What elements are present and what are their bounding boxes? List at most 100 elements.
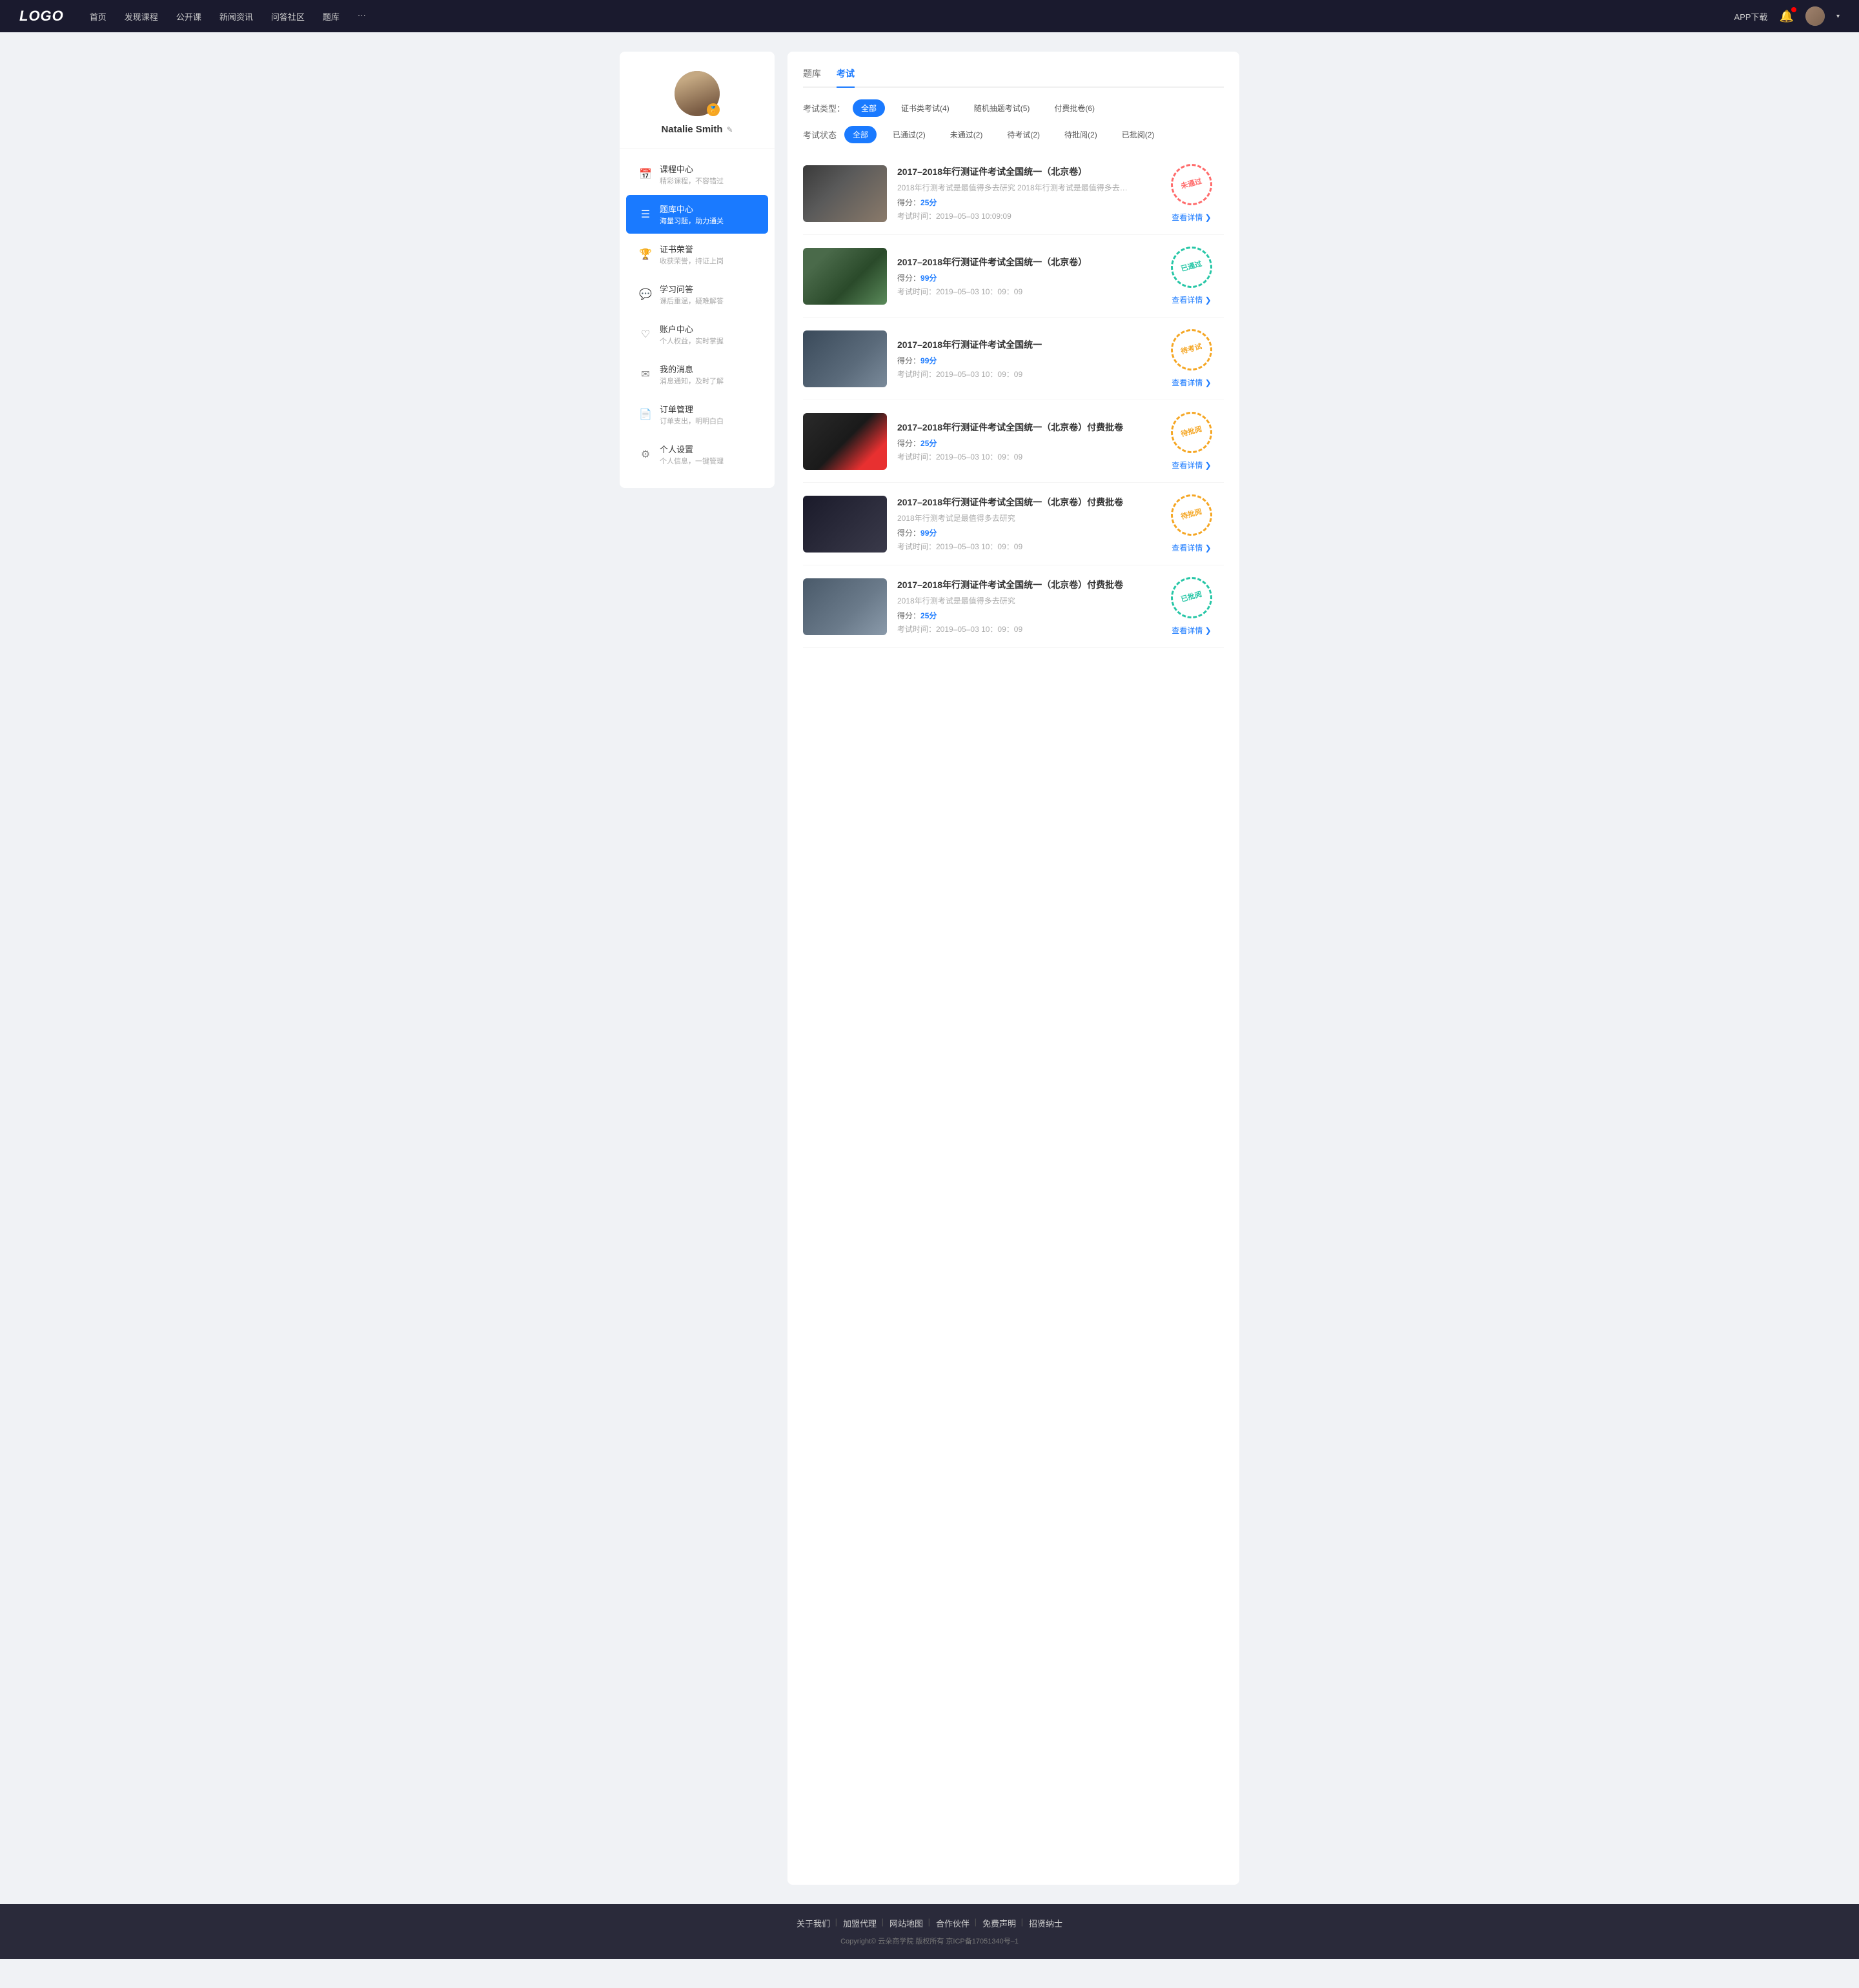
type-filter-label: 考试类型： — [803, 102, 845, 114]
exam-time-6: 考试时间：2019–05–03 10：09：09 — [897, 624, 1149, 634]
exam-stamp-5: 待批阅 — [1166, 490, 1217, 540]
order-text: 订单管理 订单支出，明明白白 — [660, 403, 755, 426]
exam-detail-link-2[interactable]: 查看详情 ❯ — [1172, 294, 1211, 305]
exam-text: 题库中心 海量习题，助力通关 — [660, 203, 755, 226]
footer-link-网站地图[interactable]: 网站地图 — [889, 1917, 923, 1929]
chevron-down-icon[interactable]: ▾ — [1836, 13, 1840, 20]
profile-name-row: Natalie Smith ✎ — [661, 124, 733, 135]
table-row: 2017–2018年行测证件考试全国统一 得分：99分 考试时间：2019–05… — [803, 318, 1224, 400]
exam-info-4: 2017–2018年行测证件考试全国统一（北京卷）付费批卷 得分：25分 考试时… — [897, 421, 1149, 462]
nav-item-首页[interactable]: 首页 — [90, 10, 107, 23]
nav-item-题库[interactable]: 题库 — [323, 10, 340, 23]
sidebar-menu: 📅 课程中心 精彩课程，不容错过 ☰ 题库中心 海量习题，助力通关 🏆 证书荣誉… — [620, 155, 775, 474]
profile-edit-icon[interactable]: ✎ — [726, 125, 733, 134]
status-filter-待批阅(2)[interactable]: 待批阅(2) — [1056, 126, 1106, 143]
type-filter-付费批卷(6)[interactable]: 付费批卷(6) — [1046, 99, 1103, 117]
notification-bell[interactable]: 🔔 — [1780, 10, 1794, 23]
footer-links: 关于我们 加盟代理网站地图 合作伙伴免费声明 招贤纳士 — [13, 1917, 1846, 1929]
exam-time-3: 考试时间：2019–05–03 10：09：09 — [897, 369, 1149, 380]
nav-item-新闻资讯[interactable]: 新闻资讯 — [219, 10, 253, 23]
exam-time-5: 考试时间：2019–05–03 10：09：09 — [897, 541, 1149, 552]
cert-sub: 收获荣誉，持证上岗 — [660, 256, 755, 266]
settings-title: 个人设置 — [660, 443, 755, 455]
qa-icon: 💬 — [639, 288, 652, 301]
footer-link-免费声明[interactable]: 免费声明 — [982, 1917, 1016, 1929]
footer-link-合作伙伴[interactable]: 合作伙伴 — [936, 1917, 970, 1929]
course-icon: 📅 — [639, 168, 652, 181]
footer-link-关于我们[interactable]: 关于我们 — [797, 1917, 830, 1929]
exam-thumb-6 — [803, 578, 887, 635]
exam-detail-link-4[interactable]: 查看详情 ❯ — [1172, 460, 1211, 471]
exam-thumb-4 — [803, 413, 887, 470]
cert-text: 证书荣誉 收获荣誉，持证上岗 — [660, 243, 755, 266]
app-download-link[interactable]: APP下载 — [1734, 10, 1768, 23]
exam-stamp-6: 已批阅 — [1166, 573, 1217, 623]
settings-text: 个人设置 个人信息，一键管理 — [660, 443, 755, 466]
exam-stamp-2: 已通过 — [1166, 242, 1217, 292]
type-filter-row: 考试类型： 全部证书类考试(4) 随机抽题考试(5) 付费批卷(6) — [803, 99, 1224, 117]
exam-info-2: 2017–2018年行测证件考试全国统一（北京卷） 得分：99分 考试时间：20… — [897, 256, 1149, 297]
settings-sub: 个人信息，一键管理 — [660, 456, 755, 466]
exam-sub: 海量习题，助力通关 — [660, 216, 755, 226]
exam-info-3: 2017–2018年行测证件考试全国统一 得分：99分 考试时间：2019–05… — [897, 338, 1149, 380]
sidebar-item-order[interactable]: 📄 订单管理 订单支出，明明白白 — [626, 395, 768, 434]
type-filter-全部[interactable]: 全部 — [853, 99, 885, 117]
main-wrapper: 🏅 Natalie Smith ✎ 📅 课程中心 精彩课程，不容错过 ☰ 题库中… — [0, 32, 1859, 1904]
table-row: 2017–2018年行测证件考试全国统一（北京卷）付费批卷 2018年行测考试是… — [803, 565, 1224, 648]
table-row: 2017–2018年行测证件考试全国统一（北京卷）付费批卷 得分：25分 考试时… — [803, 400, 1224, 483]
status-filter-已通过(2)[interactable]: 已通过(2) — [884, 126, 934, 143]
exam-detail-link-3[interactable]: 查看详情 ❯ — [1172, 377, 1211, 388]
footer-link-招贤纳士[interactable]: 招贤纳士 — [1029, 1917, 1062, 1929]
exam-detail-link-6[interactable]: 查看详情 ❯ — [1172, 625, 1211, 636]
sidebar-item-cert[interactable]: 🏆 证书荣誉 收获荣誉，持证上岗 — [626, 235, 768, 274]
exam-desc-6: 2018年行测考试是最值得多去研究 — [897, 595, 1130, 606]
status-filter-未通过(2)[interactable]: 未通过(2) — [942, 126, 991, 143]
exam-desc-1: 2018年行测考试是最值得多去研究 2018年行测考试是最值得多去研究 2018… — [897, 182, 1130, 193]
exam-time-1: 考试时间：2019–05–03 10:09:09 — [897, 210, 1149, 221]
table-row: 2017–2018年行测证件考试全国统一（北京卷） 得分：99分 考试时间：20… — [803, 235, 1224, 318]
sidebar-item-course[interactable]: 📅 课程中心 精彩课程，不容错过 — [626, 155, 768, 194]
exam-title-1: 2017–2018年行测证件考试全国统一（北京卷） — [897, 165, 1149, 178]
exam-stamp-3: 待考试 — [1166, 325, 1217, 375]
type-filter-证书类考试(4)[interactable]: 证书类考试(4) — [893, 99, 958, 117]
exam-detail-link-5[interactable]: 查看详情 ❯ — [1172, 542, 1211, 553]
sidebar-item-exam[interactable]: ☰ 题库中心 海量习题，助力通关 — [626, 195, 768, 234]
avatar[interactable] — [1805, 6, 1825, 26]
settings-icon: ⚙ — [639, 448, 652, 461]
status-filter-已批阅(2)[interactable]: 已批阅(2) — [1113, 126, 1163, 143]
exam-stamp-4: 待批阅 — [1166, 407, 1217, 458]
exam-score-3: 得分：99分 — [897, 355, 1149, 366]
account-title: 账户中心 — [660, 323, 755, 335]
exam-title-3: 2017–2018年行测证件考试全国统一 — [897, 338, 1149, 351]
exam-list: 2017–2018年行测证件考试全国统一（北京卷） 2018年行测考试是最值得多… — [803, 152, 1224, 648]
order-title: 订单管理 — [660, 403, 755, 415]
sidebar-item-message[interactable]: ✉ 我的消息 消息通知，及时了解 — [626, 355, 768, 394]
tab-题库[interactable]: 题库 — [803, 67, 821, 86]
exam-detail-link-1[interactable]: 查看详情 ❯ — [1172, 212, 1211, 223]
sidebar-profile: 🏅 Natalie Smith ✎ — [620, 71, 775, 148]
nav-item-问答社区[interactable]: 问答社区 — [271, 10, 305, 23]
sidebar-item-qa[interactable]: 💬 学习问答 课后重温，疑难解答 — [626, 275, 768, 314]
nav-item-公开课[interactable]: 公开课 — [176, 10, 201, 23]
exam-title: 题库中心 — [660, 203, 755, 215]
status-filter-全部[interactable]: 全部 — [844, 126, 877, 143]
nav-item-发现课程[interactable]: 发现课程 — [125, 10, 158, 23]
footer-link-加盟代理[interactable]: 加盟代理 — [843, 1917, 877, 1929]
status-filter-待考试(2)[interactable]: 待考试(2) — [999, 126, 1048, 143]
order-icon: 📄 — [639, 408, 652, 421]
exam-title-2: 2017–2018年行测证件考试全国统一（北京卷） — [897, 256, 1149, 269]
exam-action-1: 未通过 查看详情 ❯ — [1159, 164, 1224, 223]
exam-action-4: 待批阅 查看详情 ❯ — [1159, 412, 1224, 471]
exam-title-4: 2017–2018年行测证件考试全国统一（北京卷）付费批卷 — [897, 421, 1149, 434]
type-filter-随机抽题考试(5)[interactable]: 随机抽题考试(5) — [966, 99, 1039, 117]
exam-score-4: 得分：25分 — [897, 438, 1149, 449]
nav-item-···[interactable]: ··· — [358, 10, 366, 23]
tab-考试[interactable]: 考试 — [837, 67, 855, 86]
exam-action-2: 已通过 查看详情 ❯ — [1159, 247, 1224, 305]
avatar-image — [1805, 6, 1825, 26]
exam-info-1: 2017–2018年行测证件考试全国统一（北京卷） 2018年行测考试是最值得多… — [897, 165, 1149, 221]
cert-icon: 🏆 — [639, 248, 652, 261]
exam-action-3: 待考试 查看详情 ❯ — [1159, 329, 1224, 388]
sidebar-item-settings[interactable]: ⚙ 个人设置 个人信息，一键管理 — [626, 435, 768, 474]
sidebar-item-account[interactable]: ♡ 账户中心 个人权益，实时掌握 — [626, 315, 768, 354]
